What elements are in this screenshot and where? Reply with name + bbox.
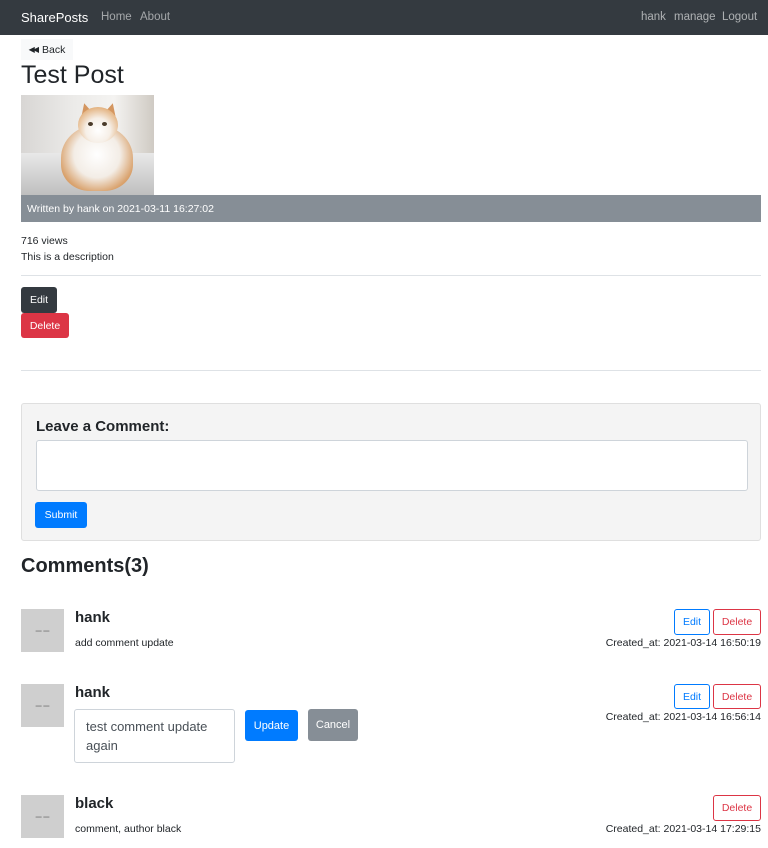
comment-text: comment, author black	[75, 823, 182, 835]
comment-input[interactable]	[36, 440, 748, 491]
post-image	[21, 95, 154, 195]
edit-post-button[interactable]: Edit	[21, 287, 57, 313]
comment-form: Leave a Comment: Submit	[21, 403, 761, 541]
comment-created-at: Created_at: 2021-03-14 16:50:19	[605, 637, 761, 649]
update-comment-button[interactable]: Update	[245, 710, 298, 741]
nav-user-link[interactable]: hank	[641, 11, 666, 23]
divider	[21, 370, 761, 371]
delete-comment-button[interactable]: Delete	[713, 795, 761, 821]
comment-text: add comment update	[75, 637, 174, 649]
cancel-edit-button[interactable]: Cancel	[308, 709, 358, 741]
delete-post-button[interactable]: Delete	[21, 313, 69, 338]
nav-logout-link[interactable]: Logout	[722, 11, 757, 23]
back-button[interactable]: ◀◀ Back	[21, 39, 73, 60]
delete-comment-button[interactable]: Delete	[713, 684, 761, 709]
edit-comment-button[interactable]: Edit	[674, 609, 710, 635]
edit-comment-button[interactable]: Edit	[674, 684, 710, 709]
comment-created-at: Created_at: 2021-03-14 16:56:14	[605, 711, 761, 723]
comments-title: Comments(3)	[21, 555, 149, 577]
comment-form-heading: Leave a Comment:	[36, 418, 170, 435]
nav-about-link[interactable]: About	[140, 11, 170, 23]
comment-author: hank	[75, 609, 111, 626]
nav-home-link[interactable]: Home	[101, 11, 132, 23]
submit-comment-button[interactable]: Submit	[35, 502, 87, 528]
post-meta: Written by hank on 2021-03-11 16:27:02	[21, 195, 761, 222]
navbar: SharePosts Home About hank manage Logout	[0, 0, 768, 35]
comment-author: hank	[75, 684, 111, 701]
post-title: Test Post	[21, 61, 124, 89]
brand-link[interactable]: SharePosts	[21, 10, 88, 25]
nav-manage-link[interactable]: manage	[674, 11, 716, 23]
avatar: ▬ ▬	[21, 684, 64, 727]
back-label: Back	[41, 43, 66, 56]
avatar: ▬ ▬	[21, 795, 64, 838]
comment-author: black	[75, 795, 114, 812]
delete-comment-button[interactable]: Delete	[713, 609, 761, 635]
backward-icon: ◀◀	[28, 45, 39, 54]
avatar: ▬ ▬	[21, 609, 64, 652]
post-views: 716 views	[21, 235, 68, 247]
comment-created-at: Created_at: 2021-03-14 17:29:15	[605, 823, 761, 835]
post-description: This is a description	[21, 251, 114, 263]
divider	[21, 275, 761, 276]
comment-edit-input[interactable]: test comment update again	[74, 709, 235, 763]
